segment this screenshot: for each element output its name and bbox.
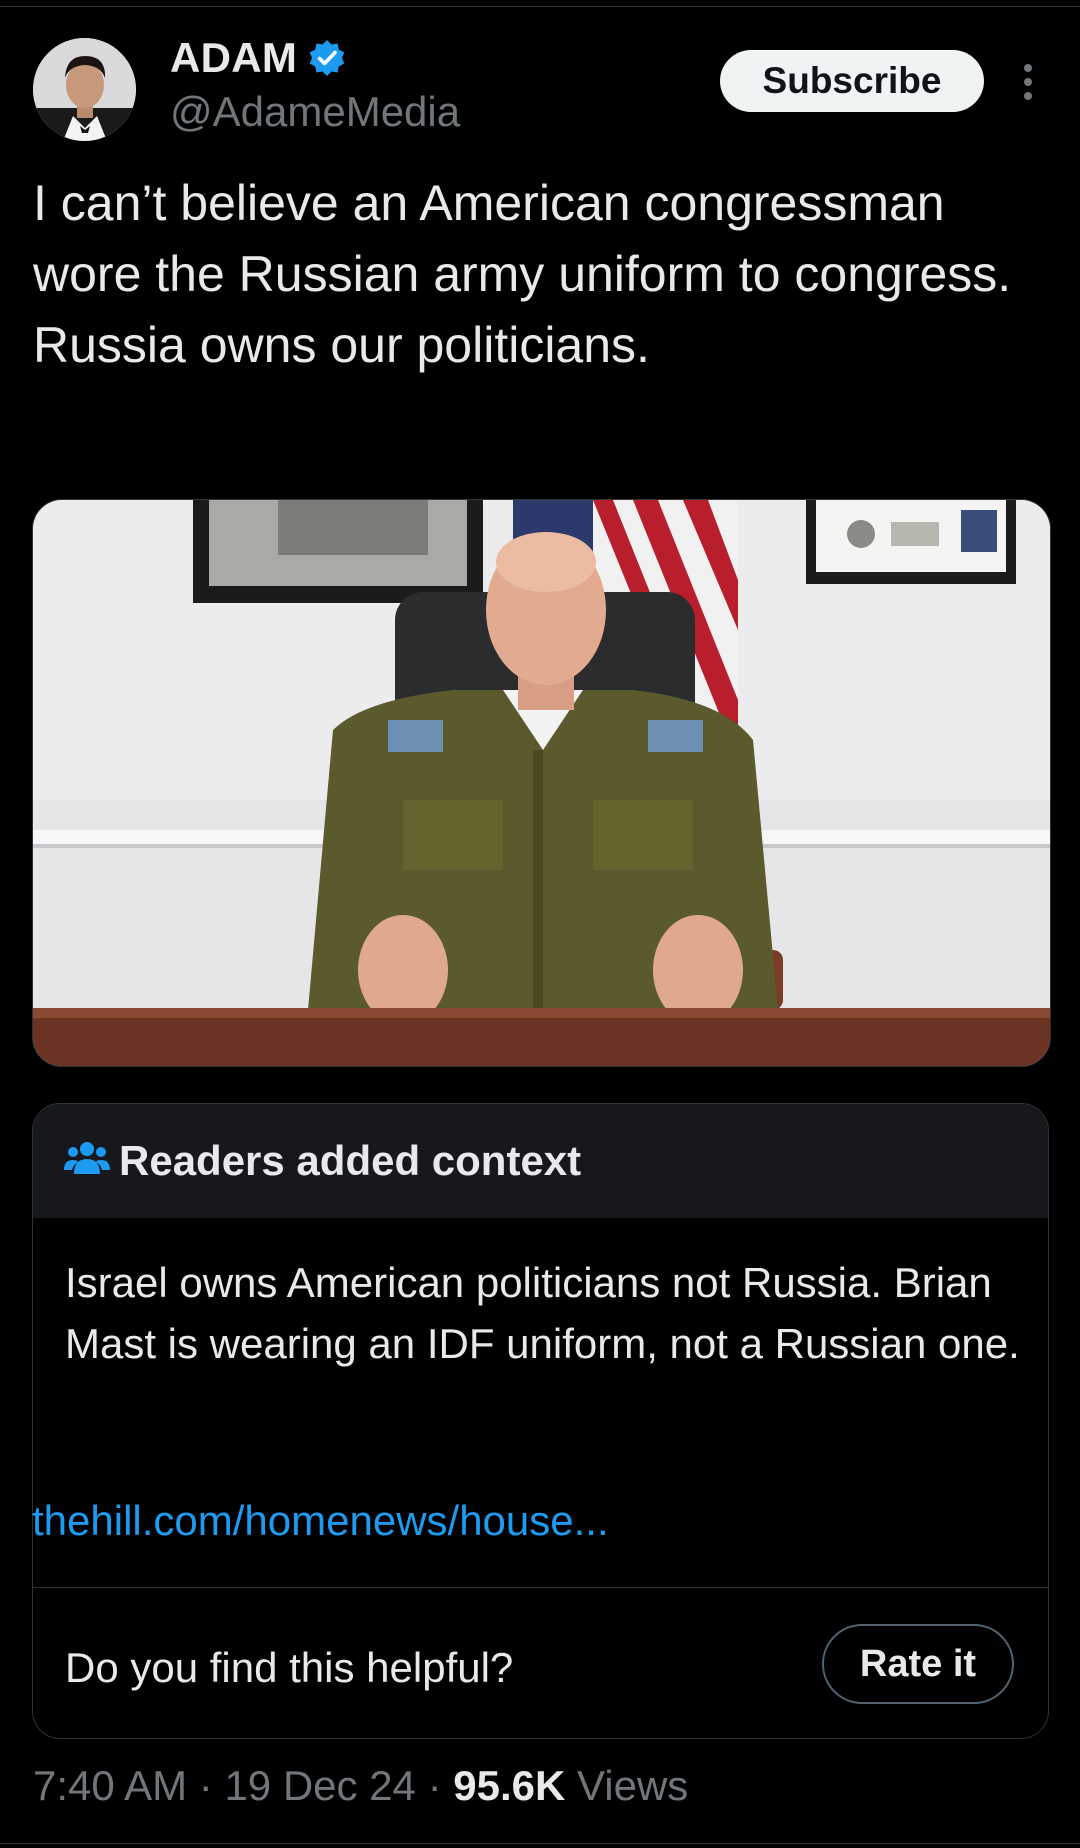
subscribe-button[interactable]: Subscribe (720, 50, 984, 112)
tweet-meta: 7:40 AM · 19 Dec 24 · 95.6K Views (33, 1762, 688, 1810)
avatar[interactable] (33, 38, 136, 141)
verified-badge-icon (307, 38, 347, 78)
note-header: Readers added context (33, 1104, 1048, 1218)
views-count: 95.6K (453, 1762, 566, 1809)
tweet-media-image[interactable] (32, 499, 1051, 1067)
author-handle[interactable]: @AdameMedia (170, 88, 460, 136)
author-name[interactable]: ADAM (170, 34, 297, 82)
people-icon (64, 1140, 110, 1176)
views-label: Views (577, 1762, 689, 1809)
author-name-row[interactable]: ADAM (170, 34, 347, 82)
more-vertical-icon[interactable] (1018, 60, 1038, 104)
note-source-link[interactable]: thehill.com/homenews/house... (32, 1497, 609, 1545)
helpful-question: Do you find this helpful? (65, 1644, 514, 1691)
top-divider (0, 6, 1080, 7)
note-divider (33, 1587, 1048, 1588)
tweet-date[interactable]: 19 Dec 24 (224, 1762, 415, 1809)
rate-it-button[interactable]: Rate it (822, 1624, 1014, 1704)
community-note: Readers added context Israel owns Americ… (32, 1103, 1049, 1739)
meta-separator: · (198, 1762, 213, 1809)
tweet-time[interactable]: 7:40 AM (33, 1762, 187, 1809)
note-title: Readers added context (119, 1137, 582, 1184)
note-body: Israel owns American politicians not Rus… (65, 1259, 1020, 1367)
tweet-text: I can’t believe an American congressman … (33, 175, 1012, 373)
bottom-divider (0, 1843, 1080, 1844)
meta-separator: · (427, 1762, 442, 1809)
